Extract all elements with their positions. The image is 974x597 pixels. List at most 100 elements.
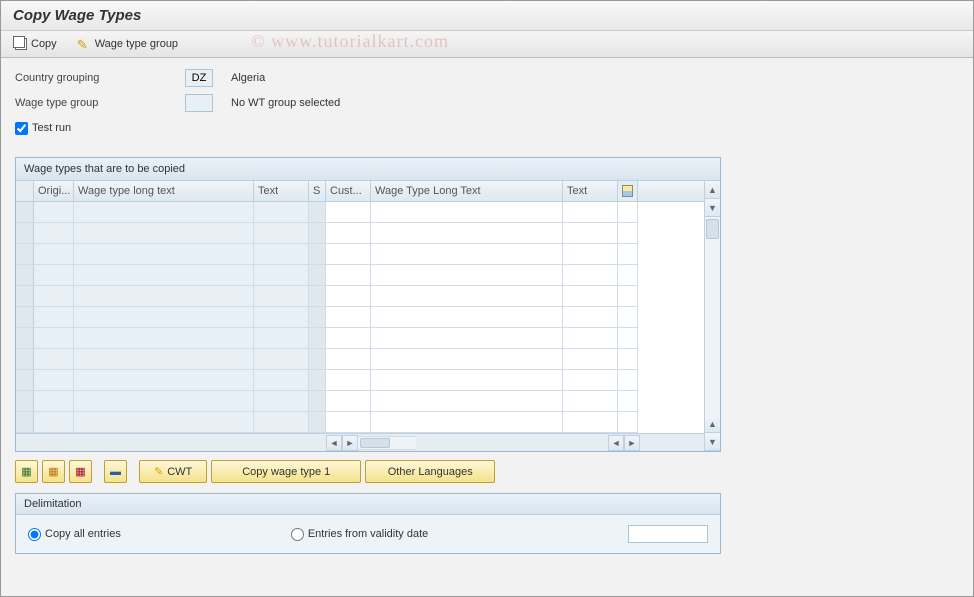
cell-origi[interactable] <box>34 391 74 412</box>
cell-origi[interactable] <box>34 202 74 223</box>
cell-wage-type-long-text-1[interactable] <box>74 202 254 223</box>
cell-s[interactable] <box>309 265 326 286</box>
cell-cust[interactable] <box>326 307 371 328</box>
validity-date-input[interactable] <box>628 525 708 543</box>
cell-wage-type-long-text-1[interactable] <box>74 286 254 307</box>
cell-wage-type-long-text-2[interactable] <box>371 286 563 307</box>
cell-wage-type-long-text-2[interactable] <box>371 223 563 244</box>
cell-s[interactable] <box>309 286 326 307</box>
cell-wage-type-long-text-1[interactable] <box>74 370 254 391</box>
cell-s[interactable] <box>309 202 326 223</box>
table-row[interactable] <box>16 223 704 244</box>
other-languages-button[interactable]: Other Languages <box>365 460 495 483</box>
cell-text-2[interactable] <box>563 244 618 265</box>
cell-s[interactable] <box>309 223 326 244</box>
cell-origi[interactable] <box>34 265 74 286</box>
cell-s[interactable] <box>309 244 326 265</box>
cell-wage-type-long-text-2[interactable] <box>371 391 563 412</box>
delete-row-button[interactable]: ▬ <box>104 460 127 483</box>
cell-wage-type-long-text-2[interactable] <box>371 370 563 391</box>
cell-cust[interactable] <box>326 202 371 223</box>
cell-cust[interactable] <box>326 223 371 244</box>
copy-button[interactable]: Copy <box>11 36 61 52</box>
test-run-checkbox[interactable] <box>15 122 28 135</box>
cell-text-1[interactable] <box>254 223 309 244</box>
cell-wage-type-long-text-2[interactable] <box>371 328 563 349</box>
cell-text-2[interactable] <box>563 370 618 391</box>
table-row[interactable] <box>16 244 704 265</box>
country-grouping-input[interactable] <box>185 69 213 87</box>
test-run-checkbox-wrap[interactable]: Test run <box>15 122 71 135</box>
copy-wage-type-1-button[interactable]: Copy wage type 1 <box>211 460 361 483</box>
row-selector[interactable] <box>16 286 34 307</box>
cell-origi[interactable] <box>34 328 74 349</box>
cell-text-1[interactable] <box>254 202 309 223</box>
table-row[interactable] <box>16 265 704 286</box>
hscroll-right-2[interactable]: ► <box>624 435 640 451</box>
cell-wage-type-long-text-1[interactable] <box>74 412 254 433</box>
cell-wage-type-long-text-1[interactable] <box>74 349 254 370</box>
row-selector[interactable] <box>16 370 34 391</box>
hscroll-thumb-1[interactable] <box>360 438 390 448</box>
cell-text-1[interactable] <box>254 307 309 328</box>
cell-wage-type-long-text-2[interactable] <box>371 202 563 223</box>
cell-s[interactable] <box>309 391 326 412</box>
cell-wage-type-long-text-2[interactable] <box>371 412 563 433</box>
cell-cust[interactable] <box>326 244 371 265</box>
row-selector[interactable] <box>16 244 34 265</box>
row-selector[interactable] <box>16 349 34 370</box>
vscroll-down[interactable]: ▼ <box>705 199 720 217</box>
row-selector[interactable] <box>16 391 34 412</box>
cell-s[interactable] <box>309 328 326 349</box>
col-text-1[interactable]: Text <box>254 181 309 201</box>
cell-wage-type-long-text-1[interactable] <box>74 223 254 244</box>
col-configure[interactable] <box>618 181 638 201</box>
col-cust[interactable]: Cust... <box>326 181 371 201</box>
copy-all-entries-radio[interactable] <box>28 528 41 541</box>
row-selector[interactable] <box>16 223 34 244</box>
table-row[interactable] <box>16 328 704 349</box>
row-selector[interactable] <box>16 202 34 223</box>
cell-origi[interactable] <box>34 412 74 433</box>
sort-button[interactable]: ▦ <box>69 460 92 483</box>
hscroll-right-1[interactable]: ► <box>342 435 358 451</box>
cell-origi[interactable] <box>34 370 74 391</box>
cell-wage-type-long-text-2[interactable] <box>371 349 563 370</box>
cell-text-2[interactable] <box>563 202 618 223</box>
wage-type-group-input[interactable] <box>185 94 213 112</box>
vscroll-up-2[interactable]: ▲ <box>705 415 720 433</box>
table-row[interactable] <box>16 349 704 370</box>
cell-text-1[interactable] <box>254 391 309 412</box>
cell-text-1[interactable] <box>254 244 309 265</box>
vscroll-up[interactable]: ▲ <box>705 181 720 199</box>
cell-text-2[interactable] <box>563 412 618 433</box>
table-row[interactable] <box>16 391 704 412</box>
cell-text-1[interactable] <box>254 370 309 391</box>
cell-text-2[interactable] <box>563 307 618 328</box>
cell-origi[interactable] <box>34 244 74 265</box>
cell-text-2[interactable] <box>563 286 618 307</box>
cell-wage-type-long-text-2[interactable] <box>371 265 563 286</box>
cell-cust[interactable] <box>326 370 371 391</box>
cell-cust[interactable] <box>326 328 371 349</box>
cell-text-2[interactable] <box>563 349 618 370</box>
cell-s[interactable] <box>309 412 326 433</box>
col-wage-type-long-text-2[interactable]: Wage Type Long Text <box>371 181 563 201</box>
vscroll-track[interactable] <box>705 217 720 415</box>
vscroll-thumb[interactable] <box>706 219 719 239</box>
copy-all-entries-radio-wrap[interactable]: Copy all entries <box>28 528 121 541</box>
cell-s[interactable] <box>309 307 326 328</box>
cell-origi[interactable] <box>34 307 74 328</box>
cell-text-1[interactable] <box>254 328 309 349</box>
col-text-2[interactable]: Text <box>563 181 618 201</box>
cell-text-2[interactable] <box>563 223 618 244</box>
table-row[interactable] <box>16 286 704 307</box>
cell-text-2[interactable] <box>563 265 618 286</box>
cell-cust[interactable] <box>326 349 371 370</box>
vscroll-down-2[interactable]: ▼ <box>705 433 720 451</box>
row-selector[interactable] <box>16 412 34 433</box>
cell-text-1[interactable] <box>254 265 309 286</box>
table-row[interactable] <box>16 370 704 391</box>
table-row[interactable] <box>16 202 704 223</box>
cell-origi[interactable] <box>34 286 74 307</box>
